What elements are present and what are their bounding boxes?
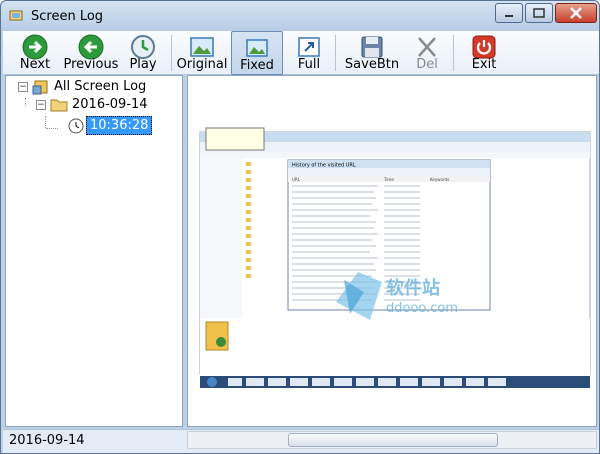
minimize-button[interactable] bbox=[495, 3, 523, 23]
maximize-icon bbox=[533, 8, 545, 18]
play-label: Play bbox=[129, 57, 157, 72]
minimize-icon bbox=[505, 15, 513, 17]
original-button[interactable]: Original bbox=[175, 31, 229, 75]
dialog-column-url: URL bbox=[292, 177, 301, 182]
log-tree: − All Screen Log − 2016-09-14 10:36:28 bbox=[5, 75, 183, 427]
toolbar-separator bbox=[335, 35, 336, 71]
delete-label: Del bbox=[416, 57, 438, 72]
save-label: SaveBtn bbox=[344, 57, 400, 72]
full-label: Full bbox=[297, 57, 321, 72]
status-date: 2016-09-14 bbox=[9, 433, 85, 448]
toolbar-separator bbox=[171, 35, 172, 71]
screenshot-preview: History of the visited URL URL Time Keyw… bbox=[187, 75, 597, 427]
clock-icon bbox=[68, 118, 84, 134]
tree-time-label: 10:36:28 bbox=[86, 116, 153, 135]
dialog-column-time: Time bbox=[383, 177, 394, 182]
title-bar: Screen Log bbox=[1, 1, 599, 31]
tree-root-label: All Screen Log bbox=[54, 79, 147, 94]
dialog-title: History of the visited URL bbox=[292, 163, 356, 169]
maximize-button[interactable] bbox=[525, 3, 553, 23]
fixed-label: Fixed bbox=[240, 58, 274, 73]
next-label: Next bbox=[19, 57, 51, 72]
close-button[interactable] bbox=[555, 3, 597, 23]
play-button[interactable]: Play bbox=[121, 31, 165, 75]
app-window: Screen Log Next Previous Play Original F… bbox=[0, 0, 600, 454]
dialog-column-keywords: Keywords bbox=[430, 177, 449, 182]
collapse-icon[interactable]: − bbox=[18, 82, 28, 92]
full-button[interactable]: Full bbox=[289, 31, 329, 75]
log-book-icon bbox=[32, 80, 48, 95]
watermark-cn-text: 软件站 bbox=[386, 277, 440, 299]
fixed-button[interactable]: Fixed bbox=[231, 31, 283, 75]
exit-button[interactable]: Exit bbox=[463, 31, 505, 75]
collapse-icon[interactable]: − bbox=[36, 100, 46, 110]
previous-button[interactable]: Previous bbox=[63, 31, 119, 75]
tree-date-label: 2016-09-14 bbox=[72, 97, 148, 112]
next-button[interactable]: Next bbox=[9, 31, 61, 75]
toolbar: Next Previous Play Original Fixed Full S… bbox=[3, 31, 599, 75]
close-icon bbox=[570, 7, 582, 19]
previous-label: Previous bbox=[63, 57, 119, 72]
tree-time-node[interactable]: 10:36:28 bbox=[68, 116, 153, 136]
exit-label: Exit bbox=[471, 57, 497, 72]
horizontal-scrollbar[interactable] bbox=[187, 431, 597, 449]
scrollbar-thumb[interactable] bbox=[288, 433, 498, 447]
save-button[interactable]: SaveBtn bbox=[343, 31, 401, 75]
window-title: Screen Log bbox=[31, 9, 104, 24]
original-label: Original bbox=[176, 57, 228, 72]
delete-button[interactable]: Del bbox=[407, 31, 447, 75]
app-icon bbox=[9, 10, 23, 21]
captured-screenshot-image: History of the visited URL URL Time Keyw… bbox=[199, 127, 591, 388]
watermark-text: ddooo.com bbox=[386, 301, 458, 316]
folder-icon bbox=[50, 99, 68, 112]
toolbar-separator bbox=[453, 35, 454, 71]
